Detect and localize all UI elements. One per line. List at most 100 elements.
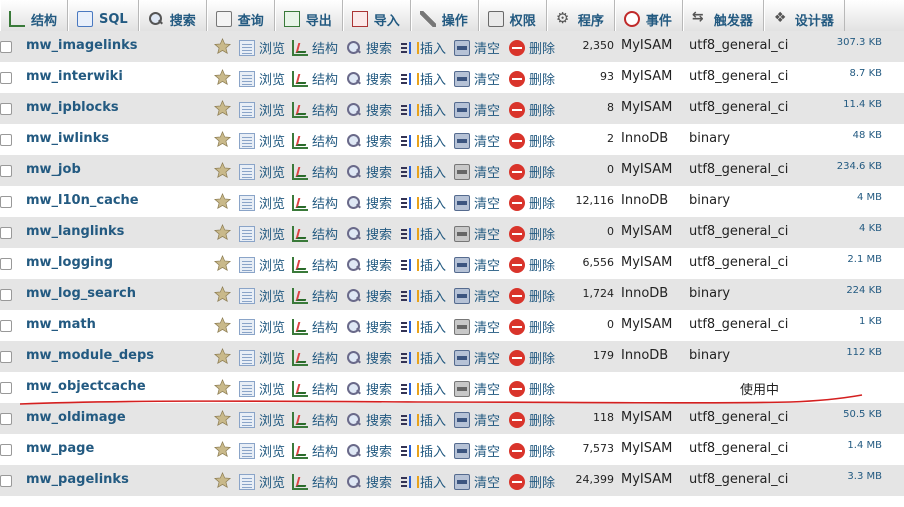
table-size-link[interactable]: 11.4 KB [843, 99, 882, 110]
search-action[interactable]: 搜索 [346, 410, 392, 429]
row-checkbox[interactable] [0, 289, 12, 301]
row-checkbox[interactable] [0, 258, 12, 270]
browse-action[interactable]: 浏览 [239, 38, 285, 57]
insert-action[interactable]: 插入 [400, 317, 446, 336]
table-name-link[interactable]: mw_iwlinks [26, 131, 109, 146]
row-checkbox[interactable] [0, 103, 12, 115]
browse-action[interactable]: 浏览 [239, 348, 285, 367]
row-checkbox[interactable] [0, 134, 12, 146]
drop-action[interactable]: 删除 [509, 472, 555, 491]
favorite-star-icon[interactable] [214, 162, 231, 179]
insert-action[interactable]: 插入 [400, 441, 446, 460]
table-name-link[interactable]: mw_logging [26, 255, 113, 270]
drop-action[interactable]: 删除 [509, 410, 555, 429]
drop-action[interactable]: 删除 [509, 193, 555, 212]
search-action[interactable]: 搜索 [346, 472, 392, 491]
insert-action[interactable]: 插入 [400, 193, 446, 212]
empty-action[interactable]: 清空 [454, 131, 500, 150]
structure-action[interactable]: 结构 [292, 441, 338, 460]
table-name-link[interactable]: mw_objectcache [26, 379, 146, 394]
empty-action[interactable]: 清空 [454, 69, 500, 88]
insert-action[interactable]: 插入 [400, 472, 446, 491]
empty-action[interactable]: 清空 [454, 348, 500, 367]
favorite-star-icon[interactable] [214, 317, 231, 334]
row-checkbox[interactable] [0, 165, 12, 177]
insert-action[interactable]: 插入 [400, 255, 446, 274]
empty-action[interactable]: 清空 [454, 193, 500, 212]
empty-action[interactable]: 清空 [454, 379, 500, 398]
table-name-link[interactable]: mw_module_deps [26, 348, 154, 363]
favorite-star-icon[interactable] [214, 69, 231, 86]
structure-action[interactable]: 结构 [292, 69, 338, 88]
drop-action[interactable]: 删除 [509, 224, 555, 243]
table-size-link[interactable]: 3.3 MB [847, 471, 882, 482]
table-name-link[interactable]: mw_log_search [26, 286, 136, 301]
table-name-link[interactable]: mw_ipblocks [26, 100, 119, 115]
browse-action[interactable]: 浏览 [239, 255, 285, 274]
browse-action[interactable]: 浏览 [239, 317, 285, 336]
search-action[interactable]: 搜索 [346, 131, 392, 150]
search-action[interactable]: 搜索 [346, 69, 392, 88]
table-size-link[interactable]: 1.4 MB [847, 440, 882, 451]
favorite-star-icon[interactable] [214, 38, 231, 55]
drop-action[interactable]: 删除 [509, 162, 555, 181]
drop-action[interactable]: 删除 [509, 286, 555, 305]
structure-action[interactable]: 结构 [292, 286, 338, 305]
search-action[interactable]: 搜索 [346, 348, 392, 367]
empty-action[interactable]: 清空 [454, 224, 500, 243]
table-size-link[interactable]: 2.1 MB [847, 254, 882, 265]
row-checkbox[interactable] [0, 196, 12, 208]
search-action[interactable]: 搜索 [346, 255, 392, 274]
table-name-link[interactable]: mw_pagelinks [26, 472, 129, 487]
search-action[interactable]: 搜索 [346, 317, 392, 336]
structure-action[interactable]: 结构 [292, 38, 338, 57]
favorite-star-icon[interactable] [214, 441, 231, 458]
empty-action[interactable]: 清空 [454, 441, 500, 460]
insert-action[interactable]: 插入 [400, 348, 446, 367]
structure-action[interactable]: 结构 [292, 224, 338, 243]
search-action[interactable]: 搜索 [346, 379, 392, 398]
insert-action[interactable]: 插入 [400, 38, 446, 57]
favorite-star-icon[interactable] [214, 286, 231, 303]
structure-action[interactable]: 结构 [292, 100, 338, 119]
row-checkbox[interactable] [0, 382, 12, 394]
drop-action[interactable]: 删除 [509, 379, 555, 398]
drop-action[interactable]: 删除 [509, 131, 555, 150]
row-checkbox[interactable] [0, 351, 12, 363]
table-size-link[interactable]: 8.7 KB [850, 68, 883, 79]
structure-action[interactable]: 结构 [292, 348, 338, 367]
empty-action[interactable]: 清空 [454, 317, 500, 336]
row-checkbox[interactable] [0, 41, 12, 53]
search-action[interactable]: 搜索 [346, 193, 392, 212]
structure-action[interactable]: 结构 [292, 255, 338, 274]
browse-action[interactable]: 浏览 [239, 379, 285, 398]
structure-action[interactable]: 结构 [292, 472, 338, 491]
structure-action[interactable]: 结构 [292, 379, 338, 398]
empty-action[interactable]: 清空 [454, 100, 500, 119]
empty-action[interactable]: 清空 [454, 38, 500, 57]
row-checkbox[interactable] [0, 444, 12, 456]
insert-action[interactable]: 插入 [400, 224, 446, 243]
structure-action[interactable]: 结构 [292, 193, 338, 212]
insert-action[interactable]: 插入 [400, 69, 446, 88]
table-size-link[interactable]: 50.5 KB [843, 409, 882, 420]
table-size-link[interactable]: 48 KB [853, 130, 882, 141]
drop-action[interactable]: 删除 [509, 441, 555, 460]
table-size-link[interactable]: 307.3 KB [837, 37, 882, 48]
insert-action[interactable]: 插入 [400, 131, 446, 150]
table-name-link[interactable]: mw_math [26, 317, 96, 332]
search-action[interactable]: 搜索 [346, 100, 392, 119]
search-action[interactable]: 搜索 [346, 224, 392, 243]
search-action[interactable]: 搜索 [346, 441, 392, 460]
row-checkbox[interactable] [0, 320, 12, 332]
empty-action[interactable]: 清空 [454, 472, 500, 491]
row-checkbox[interactable] [0, 413, 12, 425]
row-checkbox[interactable] [0, 475, 12, 487]
drop-action[interactable]: 删除 [509, 38, 555, 57]
drop-action[interactable]: 删除 [509, 255, 555, 274]
structure-action[interactable]: 结构 [292, 162, 338, 181]
table-name-link[interactable]: mw_langlinks [26, 224, 124, 239]
table-size-link[interactable]: 112 KB [846, 347, 882, 358]
favorite-star-icon[interactable] [214, 131, 231, 148]
table-size-link[interactable]: 4 MB [857, 192, 882, 203]
